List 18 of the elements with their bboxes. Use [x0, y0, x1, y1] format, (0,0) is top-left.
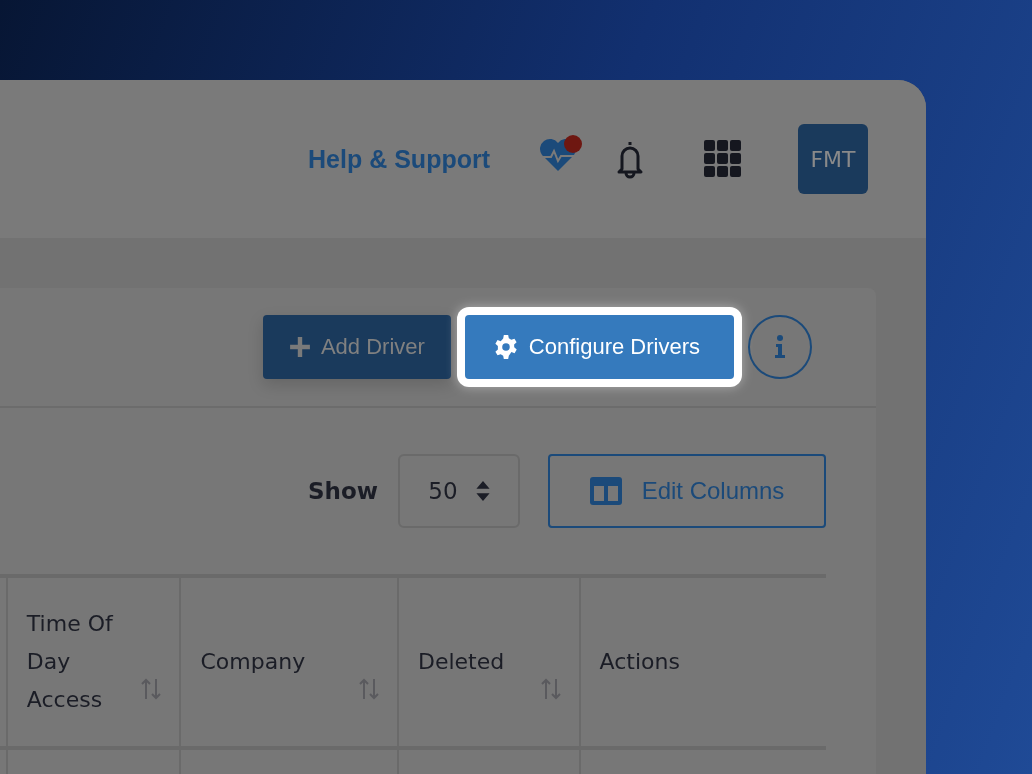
sort-icon: [139, 677, 164, 701]
sort-icon: [357, 677, 381, 701]
column-header[interactable]: Deleted: [399, 578, 581, 746]
add-driver-button[interactable]: Add Driver: [262, 315, 451, 379]
apps-grid-icon[interactable]: [704, 140, 742, 178]
configure-drivers-button[interactable]: Configure Drivers: [464, 315, 734, 379]
column-header[interactable]: Time Of Day Access: [7, 578, 182, 746]
plus-icon: [288, 336, 311, 358]
user-avatar[interactable]: FMT: [798, 124, 868, 194]
show-label: Show: [308, 478, 378, 504]
page-size-select[interactable]: 50: [398, 454, 520, 528]
edit-columns-button[interactable]: Edit Columns: [548, 454, 826, 528]
column-header: Actions: [598, 648, 681, 676]
column-header[interactable]: Company: [181, 578, 399, 746]
help-link[interactable]: Help & Support: [308, 144, 490, 174]
updown-icon: [475, 480, 490, 502]
columns-icon: [589, 477, 622, 505]
info-icon: [774, 335, 786, 359]
